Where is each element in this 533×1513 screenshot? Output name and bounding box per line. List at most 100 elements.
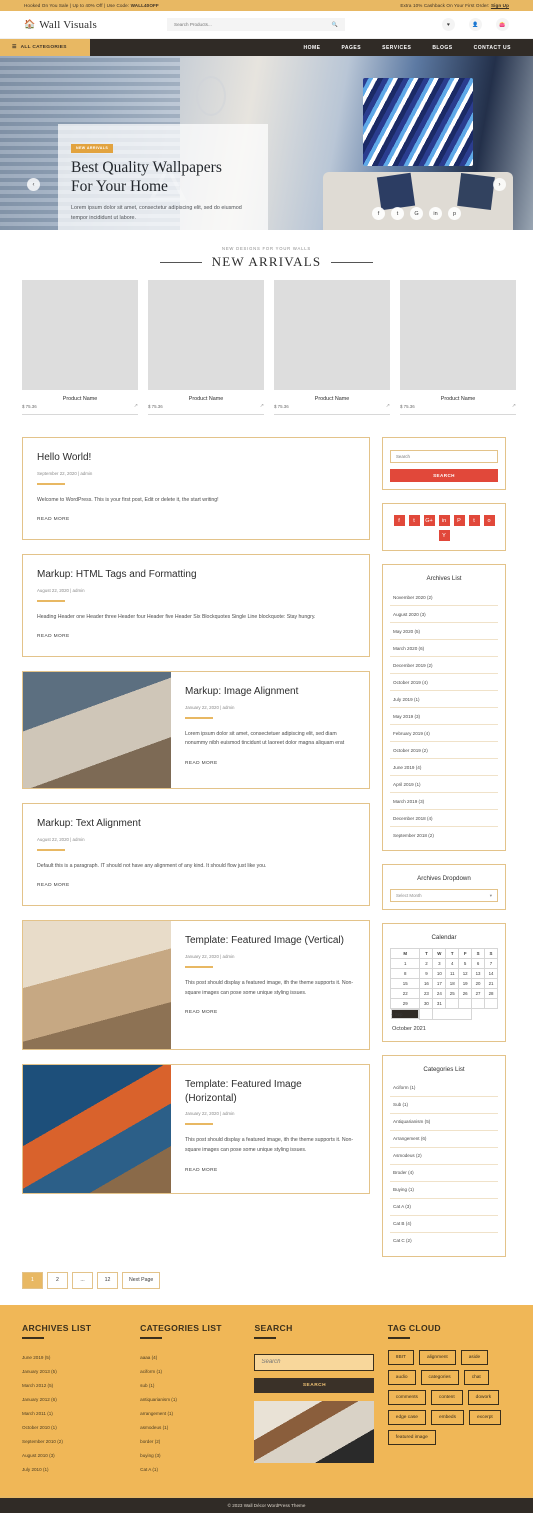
arrow-icon[interactable]: ↗	[512, 403, 516, 409]
product-card[interactable]: Product Name $ 75.36 ↗	[274, 280, 390, 415]
hero-next-arrow[interactable]: ›	[493, 178, 506, 191]
calendar-day[interactable]: 3	[432, 958, 447, 969]
pinterest-icon[interactable]: P	[453, 515, 465, 526]
tag-item[interactable]: featured image	[387, 1430, 436, 1445]
list-item[interactable]: May 2020 (5)	[390, 623, 498, 640]
google-plus-icon[interactable]: G+	[423, 515, 435, 526]
search-icon[interactable]: 🔍	[332, 22, 338, 28]
list-item[interactable]: antiquarianism (1)	[140, 1392, 242, 1406]
calendar-day[interactable]: 4	[445, 958, 460, 969]
list-item[interactable]: April 2019 (1)	[390, 776, 498, 793]
linkedin-icon[interactable]: in	[438, 515, 450, 526]
archives-select[interactable]: Select Month ▾	[390, 889, 498, 902]
arrow-icon[interactable]: ↗	[386, 403, 390, 409]
list-item[interactable]: January 2012 (6)	[22, 1392, 128, 1406]
read-more-link[interactable]: READ MORE	[185, 761, 218, 766]
product-card[interactable]: Product Name $ 75.36 ↗	[148, 280, 264, 415]
page-1-button[interactable]: 1	[22, 1271, 43, 1289]
list-item[interactable]: September 2018 (2)	[390, 827, 498, 843]
calendar-prev-month[interactable]: « Sep	[390, 1009, 420, 1019]
calendar-day[interactable]: 2	[419, 958, 434, 969]
page-2-button[interactable]: 2	[47, 1271, 68, 1289]
list-item[interactable]: December 2018 (4)	[390, 810, 498, 827]
next-page-button[interactable]: Next Page	[122, 1271, 161, 1289]
header-search[interactable]: 🔍	[167, 18, 346, 31]
post-title[interactable]: Markup: HTML Tags and Formatting	[37, 568, 355, 582]
tag-item[interactable]: categories	[420, 1370, 459, 1385]
list-item[interactable]: March 2020 (6)	[390, 640, 498, 657]
nav-item-home[interactable]: HOME	[303, 45, 320, 51]
post-title[interactable]: Markup: Image Alignment	[185, 685, 355, 699]
product-card[interactable]: Product Name $ 75.36 ↗	[22, 280, 138, 415]
list-item[interactable]: Aciform (1)	[390, 1080, 498, 1097]
calendar-day[interactable]: 24	[432, 988, 447, 999]
calendar-day[interactable]: 25	[445, 988, 460, 999]
post-card[interactable]: Markup: HTML Tags and Formatting August …	[22, 554, 370, 658]
calendar-day[interactable]: 28	[484, 988, 498, 999]
tumblr-icon[interactable]: t	[468, 515, 480, 526]
search-input[interactable]	[174, 22, 315, 27]
instagram-icon[interactable]: o	[483, 515, 495, 526]
list-item[interactable]: Broder (4)	[390, 1165, 498, 1182]
list-item[interactable]: buying (3)	[140, 1448, 242, 1462]
list-item[interactable]: November 2020 (2)	[390, 589, 498, 606]
list-item[interactable]: Sub (1)	[390, 1097, 498, 1114]
google-plus-icon[interactable]: G	[410, 207, 423, 220]
list-item[interactable]: March 2019 (3)	[390, 793, 498, 810]
calendar-day[interactable]: 7	[484, 958, 498, 969]
list-item[interactable]: May 2019 (3)	[390, 708, 498, 725]
bag-icon[interactable]: 👛	[496, 18, 509, 31]
list-item[interactable]: February 2019 (4)	[390, 725, 498, 742]
post-card[interactable]: Hello World! September 22, 2020 | admin …	[22, 437, 370, 541]
footer-search-button[interactable]: SEARCH	[254, 1377, 375, 1393]
calendar-day[interactable]: 18	[445, 978, 460, 989]
tag-item[interactable]: excerpt	[469, 1410, 501, 1425]
tag-item[interactable]: chat	[463, 1370, 489, 1385]
list-item[interactable]: Cat A (1)	[140, 1462, 242, 1476]
calendar-day[interactable]: 1	[389, 958, 421, 969]
list-item[interactable]: Buying (1)	[390, 1182, 498, 1199]
post-title[interactable]: Hello World!	[37, 451, 355, 465]
youtube-icon[interactable]: Y	[438, 530, 450, 541]
tag-item[interactable]: aside	[460, 1350, 489, 1365]
calendar-day[interactable]: 5	[458, 958, 473, 969]
tag-item[interactable]: audio	[387, 1370, 416, 1385]
twitter-icon[interactable]: t	[408, 515, 420, 526]
calendar-day[interactable]: 22	[389, 988, 421, 999]
brand-logo[interactable]: 🏠 Wall Visuals	[24, 19, 97, 31]
list-item[interactable]: July 2010 (1)	[22, 1462, 128, 1476]
facebook-icon[interactable]: f	[393, 515, 405, 526]
list-item[interactable]: January 2013 (5)	[22, 1364, 128, 1378]
list-item[interactable]: Asmodeus (2)	[390, 1148, 498, 1165]
list-item[interactable]: December 2019 (2)	[390, 657, 498, 674]
post-card[interactable]: Template: Featured Image (Vertical) Janu…	[22, 920, 370, 1051]
list-item[interactable]: Arrangement (6)	[390, 1131, 498, 1148]
list-item[interactable]: aaaa (4)	[140, 1350, 242, 1364]
post-title[interactable]: Template: Featured Image (Vertical)	[185, 934, 355, 948]
list-item[interactable]: Cat B (4)	[390, 1216, 498, 1233]
linkedin-icon[interactable]: in	[429, 207, 442, 220]
list-item[interactable]: October 2019 (2)	[390, 742, 498, 759]
page-12-button[interactable]: 12	[97, 1271, 118, 1289]
calendar-day[interactable]: 12	[458, 968, 473, 979]
read-more-link[interactable]: READ MORE	[37, 883, 70, 888]
arrow-icon[interactable]: ↗	[260, 403, 264, 409]
post-card[interactable]: Markup: Image Alignment January 22, 2020…	[22, 671, 370, 790]
sign-up-link[interactable]: Sign Up	[491, 3, 509, 8]
list-item[interactable]: June 2019 (4)	[390, 759, 498, 776]
read-more-link[interactable]: READ MORE	[185, 1168, 218, 1173]
pinterest-icon[interactable]: p	[448, 207, 461, 220]
list-item[interactable]: Cat A (3)	[390, 1199, 498, 1216]
tag-item[interactable]: comments	[387, 1390, 426, 1405]
user-icon[interactable]: 👤	[469, 18, 482, 31]
calendar-day[interactable]: 17	[432, 978, 447, 989]
calendar-day[interactable]: 15	[389, 978, 421, 989]
tag-item[interactable]: alignment	[418, 1350, 456, 1365]
product-card[interactable]: Product Name $ 75.36 ↗	[400, 280, 516, 415]
tag-item[interactable]: content	[430, 1390, 463, 1405]
calendar-day[interactable]: 31	[432, 998, 447, 1009]
calendar-day[interactable]: 8	[389, 968, 421, 979]
nav-item-blogs[interactable]: BLOGS	[432, 45, 452, 51]
nav-item-contact-us[interactable]: CONTACT US	[474, 45, 511, 51]
post-title[interactable]: Template: Featured Image (Horizontal)	[185, 1078, 355, 1105]
